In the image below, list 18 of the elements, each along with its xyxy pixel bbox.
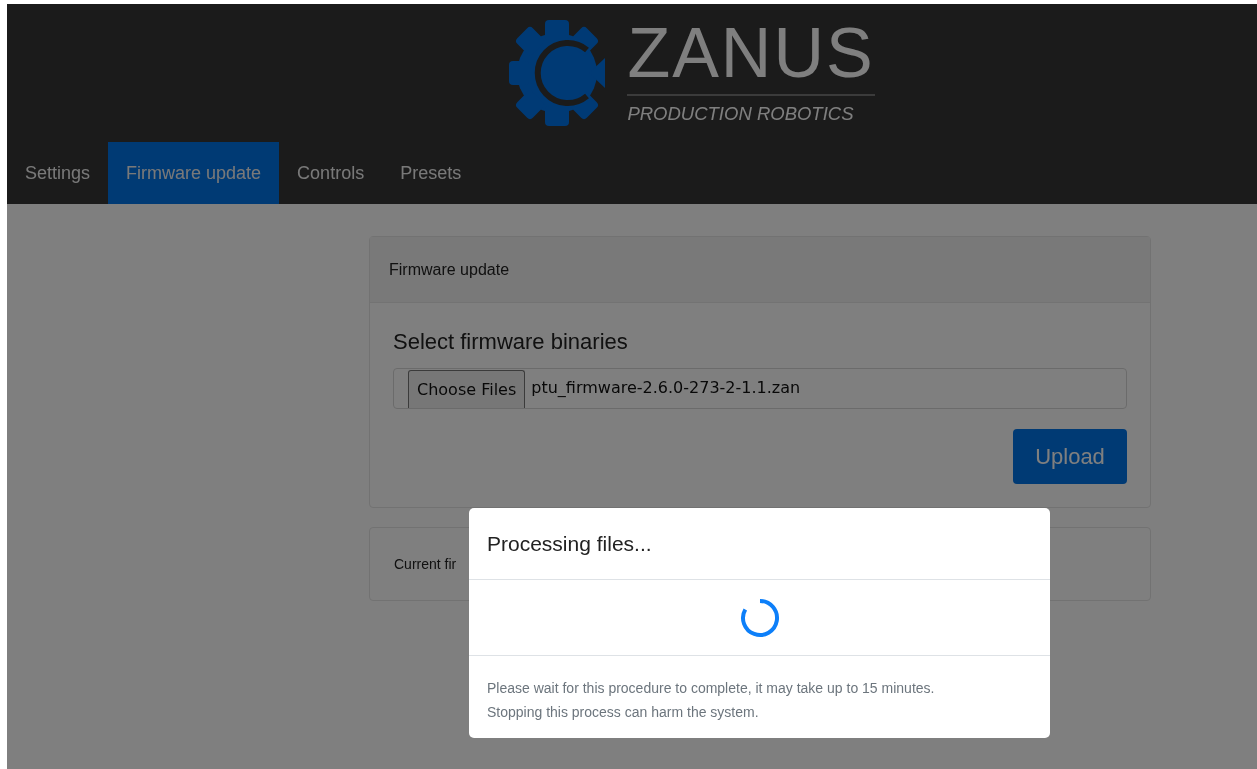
modal-message: Please wait for this procedure to complete, it may take up to 15 minutes. bbox=[487, 679, 936, 698]
modal-title: Processing files... bbox=[487, 530, 652, 557]
nav-tab[interactable]: Presets bbox=[382, 142, 480, 204]
choose-files-button[interactable]: Choose Files bbox=[408, 370, 526, 408]
file-name: ptu_firmware-2.6.0-273-2-1.1.zan bbox=[530, 377, 801, 399]
file-input[interactable]: Choose Files ptu_firmware-2.6.0-273-2-1.1.zan bbox=[393, 368, 1127, 409]
card-header: Firmware update bbox=[370, 237, 1150, 303]
spinner-icon bbox=[739, 597, 780, 638]
nav-tab[interactable]: Controls bbox=[279, 142, 383, 204]
nav-tab[interactable]: Settings bbox=[7, 142, 109, 204]
logo-tagline: PRODUCTION ROBOTICS bbox=[627, 102, 855, 127]
nav-tab[interactable]: Firmware update bbox=[108, 142, 280, 204]
section-heading: Select firmware binaries bbox=[393, 328, 629, 356]
gear-icon bbox=[509, 20, 606, 126]
modal-message: Stopping this process can harm the system. bbox=[487, 703, 760, 722]
card-text: Current fir bbox=[393, 554, 457, 574]
upload-button[interactable]: Upload bbox=[1013, 429, 1127, 484]
logo-name: ZANUS bbox=[627, 18, 875, 97]
